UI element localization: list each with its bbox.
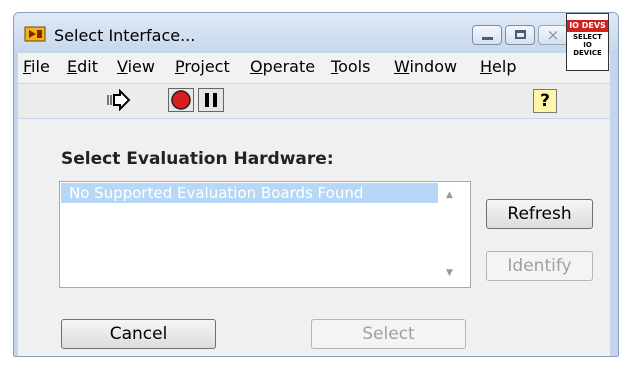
io-box-caption: SELECT IO DEVICE [573,33,602,57]
title-bar: Select Interface... ⨯ [14,13,618,51]
maximize-button[interactable] [505,25,535,45]
window-title: Select Interface... [54,26,196,45]
run-arrow-icon[interactable] [104,89,132,111]
context-help-button[interactable]: ? [533,89,557,113]
labview-app-icon [24,26,46,42]
minimize-button[interactable] [472,25,502,45]
menu-view[interactable]: View [117,57,155,76]
scroll-down-arrow-icon[interactable]: ▼ [446,268,453,278]
minimize-icon [482,37,493,40]
menu-edit[interactable]: Edit [67,57,98,76]
io-box-header: IO DEVS [567,20,608,32]
page-title: Select Evaluation Hardware: [61,149,334,169]
close-icon: ⨯ [546,26,560,44]
select-interface-window: Select Interface... ⨯ File Edit View Pro… [13,12,619,357]
menu-bar: File Edit View Project Operate Tools Win… [18,53,610,83]
cancel-button[interactable]: Cancel [61,319,216,349]
refresh-button[interactable]: Refresh [486,199,593,229]
identify-button[interactable]: Identify [486,251,593,281]
scroll-up-arrow-icon[interactable]: ▲ [446,190,453,200]
io-device-icon: IO DEVS SELECT IO DEVICE [566,13,609,71]
pause-icon[interactable] [198,88,224,112]
menu-project[interactable]: Project [175,57,230,76]
maximize-icon [515,30,526,39]
menu-tools[interactable]: Tools [331,57,370,76]
dialog-content: Select Evaluation Hardware: No Supported… [18,119,610,356]
close-button[interactable]: ⨯ [538,25,568,45]
abort-stop-icon[interactable] [168,88,194,112]
list-item[interactable]: No Supported Evaluation Boards Found [61,183,438,203]
toolbar: ? [18,83,610,118]
menu-file[interactable]: File [23,57,50,76]
hardware-listbox[interactable]: No Supported Evaluation Boards Found ▲ ▼ [59,181,471,288]
select-button[interactable]: Select [311,319,466,349]
menu-window[interactable]: Window [394,57,457,76]
menu-operate[interactable]: Operate [250,57,315,76]
menu-help[interactable]: Help [480,57,516,76]
